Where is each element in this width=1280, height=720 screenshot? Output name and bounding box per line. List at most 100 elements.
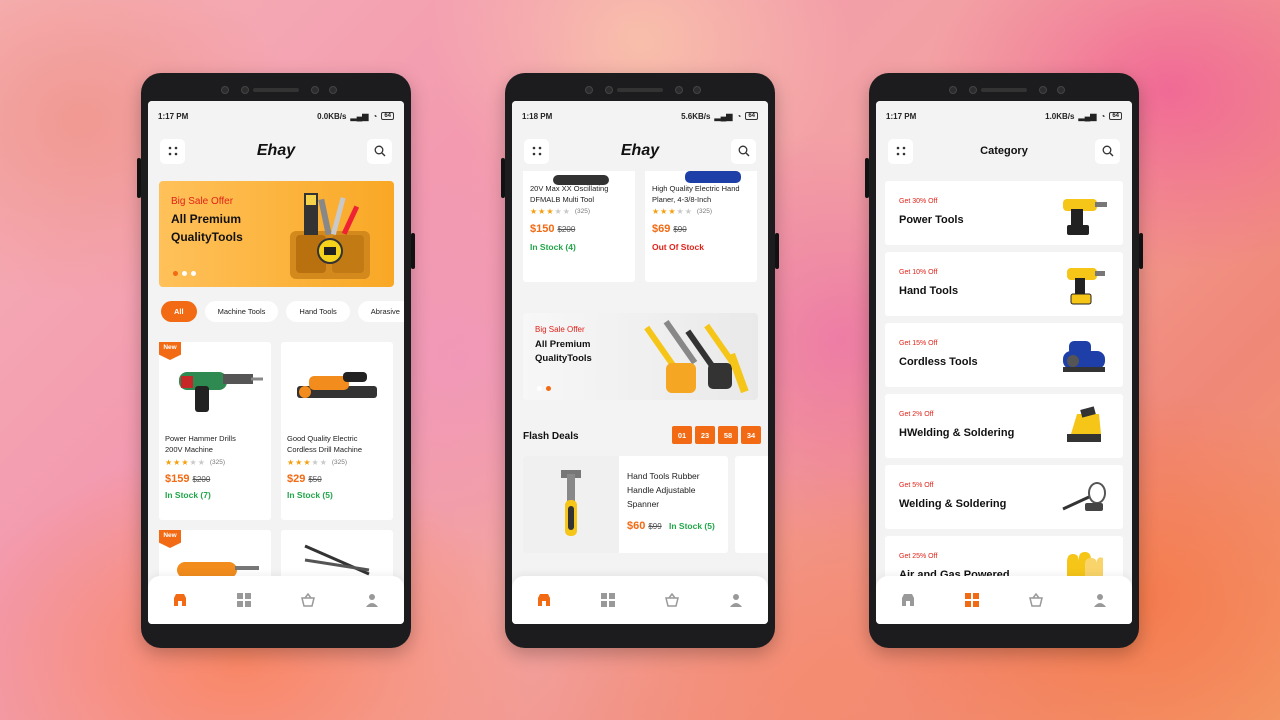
promo-banner[interactable]: Big Sale Offer All Premium QualityTools (159, 181, 394, 287)
search-button[interactable] (367, 138, 392, 164)
product-card[interactable]: Good Quality Electric Cordless Drill Mac… (281, 342, 393, 520)
chip-all[interactable]: All (161, 301, 197, 322)
search-icon (738, 145, 749, 157)
screen-category: 1:17 PM 1.0KB/s ▂▄▆ ◔ 64 Category Get 30% O… (876, 101, 1132, 624)
product-name-line2: Planer, 4-3/8-Inch (652, 195, 712, 204)
search-button[interactable] (731, 138, 756, 164)
flash-deal-card[interactable]: Hand Tools Rubber Handle Adjustable Span… (523, 456, 728, 553)
belt-sander-icon (1063, 341, 1105, 372)
phone-category: 1:17 PM 1.0KB/s ▂▄▆ ◔ 64 Category Get 30% O… (865, 73, 1143, 648)
bottom-nav (876, 576, 1132, 624)
status-speed: 0.0KB/s (317, 111, 347, 121)
nav-home[interactable] (901, 593, 915, 607)
stock-status: In Stock (4) (530, 242, 576, 252)
basket-icon (665, 593, 679, 607)
menu-button[interactable] (160, 138, 185, 164)
pliers-image (304, 544, 370, 576)
deal-name-line3: Spanner (627, 499, 660, 509)
search-icon (374, 145, 385, 157)
banner-dots (537, 386, 551, 391)
nav-profile[interactable] (1093, 593, 1107, 607)
nav-home[interactable] (173, 593, 187, 607)
store-icon (902, 594, 914, 606)
nav-categories[interactable] (965, 593, 979, 607)
product-name-line2: DFMALB Multi Tool (530, 195, 595, 204)
app-logo: Ehay (620, 142, 660, 159)
new-badge: New (159, 530, 181, 548)
timer-minutes: 58 (718, 426, 738, 444)
category-hwelding-soldering[interactable]: Get 2% Off HWelding & Soldering (885, 394, 1123, 458)
soldering-iron-icon (1062, 482, 1106, 511)
product-price: $159 $200 (165, 473, 211, 485)
phone-home: 1:17 PM 0.0KB/s ▂▄▆ ◔ 64 Ehay Big Sale Offe… (137, 73, 415, 648)
chip-hand-tools[interactable]: Hand Tools (286, 301, 350, 322)
staple-gun-icon (1067, 406, 1101, 442)
search-icon (1102, 145, 1113, 157)
category-welding-soldering[interactable]: Get 5% Off Welding & Soldering (885, 465, 1123, 529)
hammer-drill-image (179, 372, 263, 412)
product-price: $29 $50 (287, 473, 322, 485)
product-price: $69 $90 (652, 223, 687, 235)
product-card[interactable]: New Power Hammer Drills 200V Machine ★ ★ ★… (159, 342, 271, 520)
rating-stars: ★ ★ ★ ★ ★ (325) (165, 458, 226, 467)
nav-home[interactable] (537, 593, 551, 607)
product-name-line1: Power Hammer Drills (165, 434, 236, 443)
category-name: Power Tools (899, 214, 964, 226)
countdown-timer: 01 23 58 34 (672, 426, 761, 444)
app-header: Category (876, 131, 1132, 171)
product-name-line2: 200V Machine (165, 445, 213, 454)
battery-icon: 64 (381, 112, 394, 120)
menu-button[interactable] (888, 138, 913, 164)
nav-cart[interactable] (665, 593, 679, 607)
phone-home-scrolled: 1:18 PM 5.6KB/s ▂▄▆ ◔ 64 Ehay 20V Max XX Os… (501, 73, 779, 648)
product-card[interactable]: 20V Max XX Oscillating DFMALB Multi Tool… (523, 171, 635, 282)
banner-title-line1: All Premium (171, 212, 242, 226)
basket-icon (1029, 593, 1043, 607)
category-offer: Get 25% Off (899, 553, 938, 560)
battery-icon: 64 (1109, 112, 1122, 120)
menu-button[interactable] (524, 138, 549, 164)
nav-categories[interactable] (237, 593, 251, 607)
tools-collage-image (644, 319, 749, 394)
product-card[interactable]: High Quality Electric Hand Planer, 4-3/8… (645, 171, 757, 282)
status-bar: 1:18 PM 5.6KB/s ▂▄▆ ◔ 64 (512, 101, 768, 131)
store-icon (174, 594, 186, 606)
basket-icon (301, 593, 315, 607)
category-offer: Get 15% Off (899, 340, 938, 347)
category-hand-tools[interactable]: Get 10% Off Hand Tools (885, 252, 1123, 316)
search-button[interactable] (1095, 138, 1120, 164)
product-name-line2: Cordless Drill Machine (287, 445, 363, 454)
wifi-icon: ◔ (372, 111, 378, 121)
nav-categories[interactable] (601, 593, 615, 607)
grid-dots-icon (168, 146, 177, 156)
category-offer: Get 30% Off (899, 198, 938, 205)
store-icon (538, 594, 550, 606)
category-name: Hand Tools (899, 285, 959, 297)
screen-home: 1:17 PM 0.0KB/s ▂▄▆ ◔ 64 Ehay Big Sale Offe… (148, 101, 404, 624)
deal-price: $60 $99 (627, 520, 662, 532)
category-name: Cordless Tools (899, 356, 978, 368)
category-offer: Get 2% Off (899, 411, 934, 418)
user-icon (366, 594, 378, 607)
banner-subtitle: Big Sale Offer (535, 325, 585, 334)
category-power-tools[interactable]: Get 30% Off Power Tools (885, 181, 1123, 245)
signal-icon: ▂▄▆ (714, 111, 733, 121)
nav-profile[interactable] (729, 593, 743, 607)
nav-cart[interactable] (301, 593, 315, 607)
chip-abrasive[interactable]: Abrasive (357, 301, 404, 322)
product-price: $150 $200 (530, 223, 576, 235)
timer-days: 01 (672, 426, 692, 444)
nav-profile[interactable] (365, 593, 379, 607)
user-icon (730, 594, 742, 607)
wifi-icon: ◔ (1100, 111, 1106, 121)
chip-machine-tools[interactable]: Machine Tools (204, 301, 279, 322)
rating-stars: ★ ★ ★ ★ ★ (325) (652, 207, 713, 216)
product-name-line1: High Quality Electric Hand (652, 184, 740, 193)
category-cordless-tools[interactable]: Get 15% Off Cordless Tools (885, 323, 1123, 387)
nav-cart[interactable] (1029, 593, 1043, 607)
status-time: 1:18 PM (522, 111, 553, 121)
signal-icon: ▂▄▆ (1078, 111, 1097, 121)
promo-banner[interactable]: Big Sale Offer All Premium QualityTools (523, 313, 758, 400)
rating-stars: ★ ★ ★ ★ ★ (325) (287, 458, 348, 467)
flash-deal-card-next[interactable] (735, 456, 768, 553)
